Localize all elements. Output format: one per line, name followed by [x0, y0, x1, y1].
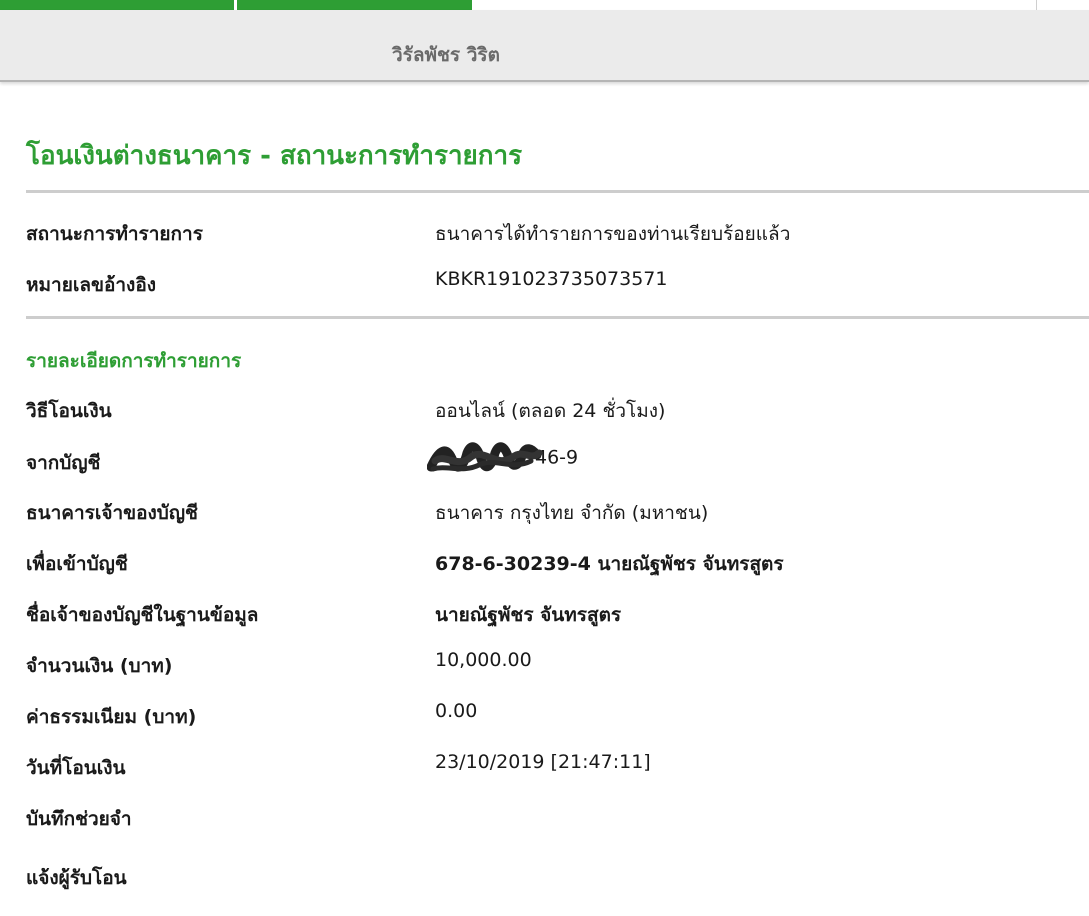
user-header-bar: วิรัลพัชร วิริต [0, 10, 1089, 82]
reference-label: หมายเลขอ้างอิง [26, 274, 157, 296]
date-label: วันที่โอนเงิน [26, 757, 126, 779]
account-holder-row: ชื่อเจ้าของบัญชีในฐานข้อมูล นายณัฐพัชร จ… [0, 600, 1089, 630]
fee-label: ค่าธรรมเนียม (บาท) [26, 706, 197, 728]
top-tab-bar [0, 0, 1089, 10]
reference-value: KBKR191023735073571 [435, 268, 668, 290]
bank-label: ธนาคารเจ้าของบัญชี [26, 502, 198, 524]
date-value: 23/10/2019 [21:47:11] [435, 751, 651, 773]
from-account-row: จากบัญชี 46-9 [0, 442, 1089, 476]
account-holder-label: ชื่อเจ้าของบัญชีในฐานข้อมูล [26, 604, 259, 626]
page-title: โอนเงินต่างธนาคาร - สถานะการทำรายการ [26, 141, 523, 171]
date-row: วันที่โอนเงิน 23/10/2019 [21:47:11] [0, 751, 1089, 781]
method-row: วิธีโอนเงิน ออนไลน์ (ตลอด 24 ชั่วโมง) [0, 396, 1089, 426]
memo-row: บันทึกช่วยจำ [0, 804, 1089, 834]
bank-row: ธนาคารเจ้าของบัญชี ธนาคาร กรุงไทย จำกัด … [0, 498, 1089, 528]
bank-value: ธนาคาร กรุงไทย จำกัด (มหาชน) [435, 502, 709, 524]
amount-row: จำนวนเงิน (บาท) 10,000.00 [0, 649, 1089, 679]
divider-middle [26, 316, 1089, 319]
divider-top [26, 190, 1089, 193]
section-title-details: รายละเอียดการทำรายการ [26, 350, 242, 372]
to-account-row: เพื่อเข้าบัญชี 678-6-30239-4 นายณัฐพัชร … [0, 549, 1089, 579]
notify-row: แจ้งผู้รับโอน [0, 863, 1089, 893]
method-value: ออนไลน์ (ตลอด 24 ชั่วโมง) [435, 400, 666, 422]
to-account-value: 678-6-30239-4 นายณัฐพัชร จันทรสูตร [435, 553, 784, 575]
method-label: วิธีโอนเงิน [26, 400, 112, 422]
memo-label: บันทึกช่วยจำ [26, 808, 132, 830]
reference-row: หมายเลขอ้างอิง KBKR191023735073571 [0, 268, 1089, 298]
fee-row: ค่าธรรมเนียม (บาท) 0.00 [0, 700, 1089, 730]
amount-value: 10,000.00 [435, 649, 532, 671]
to-account-label: เพื่อเข้าบัญชี [26, 553, 128, 575]
amount-label: จำนวนเงิน (บาท) [26, 655, 173, 677]
status-row: สถานะการทำรายการ ธนาคารได้ทำรายการของท่า… [0, 219, 1089, 249]
tab-primary-1[interactable] [0, 0, 234, 10]
tab-primary-2[interactable] [237, 0, 472, 10]
from-account-label: จากบัญชี [26, 452, 101, 474]
tab-divider [1036, 0, 1037, 10]
status-label: สถานะการทำรายการ [26, 223, 203, 245]
notify-label: แจ้งผู้รับโอน [26, 867, 127, 889]
redaction-scribble [427, 442, 543, 472]
from-account-value: 46-9 [427, 442, 578, 472]
username-label: วิรัลพัชร วิริต [392, 44, 500, 66]
account-holder-value: นายณัฐพัชร จันทรสูตร [435, 604, 622, 626]
status-value: ธนาคารได้ทำรายการของท่านเรียบร้อยแล้ว [435, 223, 791, 245]
fee-value: 0.00 [435, 700, 478, 722]
